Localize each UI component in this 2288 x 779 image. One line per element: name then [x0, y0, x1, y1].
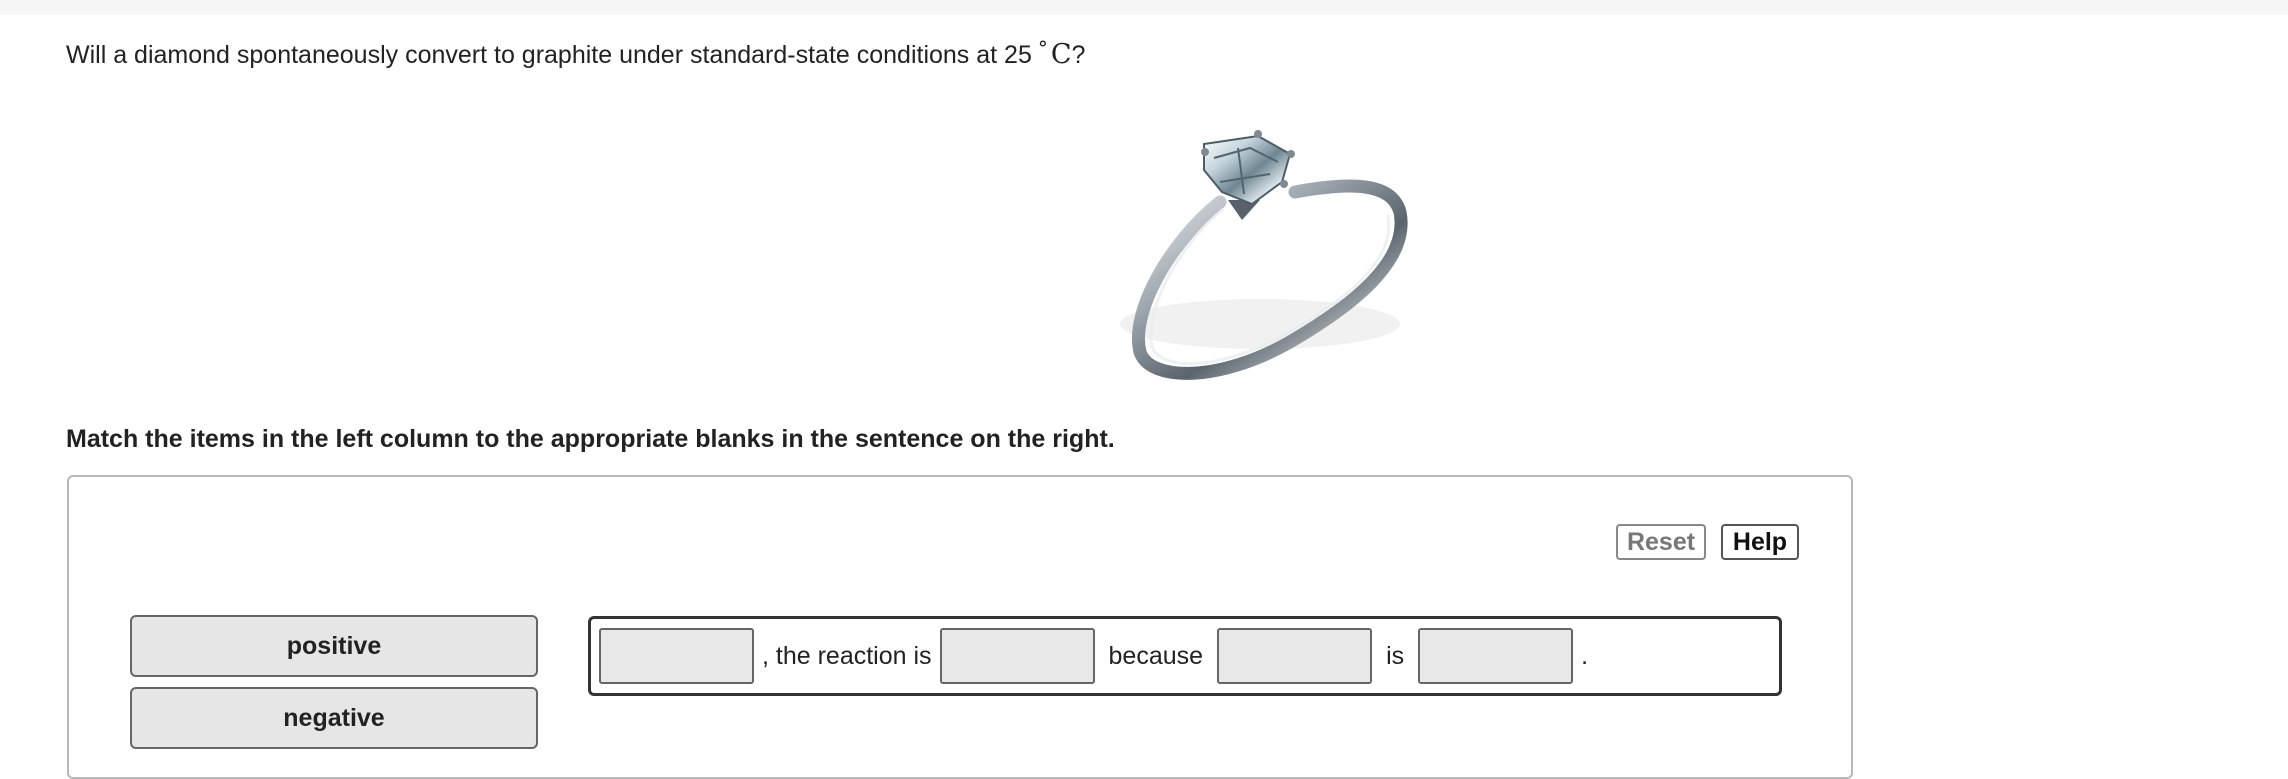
question-text: Will a diamond spontaneously convert to … [66, 36, 1085, 70]
sentence-text-2: because [1108, 641, 1204, 670]
diamond-ring-image [1110, 92, 1430, 397]
blank-3[interactable] [1217, 628, 1373, 684]
sentence-text-3: is [1386, 641, 1405, 670]
unit-label: C [1050, 39, 1072, 70]
help-button[interactable]: Help [1721, 524, 1799, 560]
question-mark: ? [1071, 41, 1086, 69]
degree-symbol: ° [1037, 36, 1048, 60]
sentence-text-1: , the reaction is [762, 641, 932, 670]
question-body: Will a diamond spontaneously convert to … [66, 41, 1032, 69]
diamond-ring-icon [1120, 130, 1408, 380]
sentence-box: , the reaction is because is . [588, 616, 1782, 696]
blank-4[interactable] [1418, 628, 1574, 684]
blank-2[interactable] [939, 628, 1095, 684]
top-strip [0, 0, 2288, 15]
sentence-text-4: . [1581, 641, 1589, 670]
reset-button[interactable]: Reset [1616, 524, 1706, 560]
drag-item-positive[interactable]: positive [130, 615, 538, 677]
drag-item-negative[interactable]: negative [130, 687, 538, 749]
instructions-text: Match the items in the left column to th… [66, 425, 1115, 453]
match-panel: Reset Help positive negative , the react… [67, 475, 1853, 779]
blank-1[interactable] [599, 628, 754, 684]
